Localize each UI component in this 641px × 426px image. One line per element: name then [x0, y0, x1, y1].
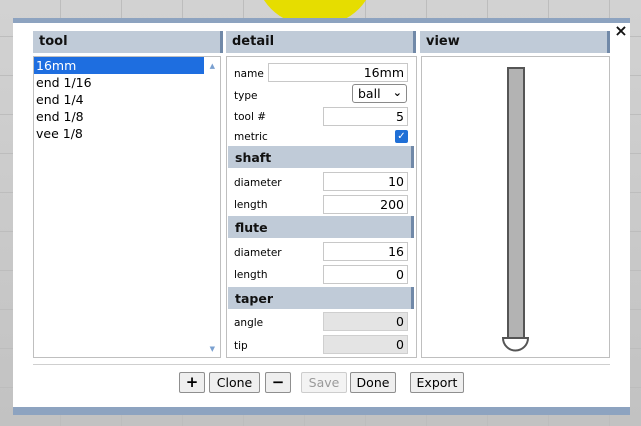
save-button[interactable]: Save: [301, 372, 347, 393]
flute-section-title: flute: [235, 220, 268, 235]
export-button[interactable]: Export: [410, 372, 464, 393]
remove-tool-button[interactable]: −: [265, 372, 291, 393]
view-panel: [421, 56, 610, 358]
flute-diameter-field[interactable]: 16: [323, 242, 408, 261]
shaft-length-label: length: [234, 199, 268, 211]
tool-list-item[interactable]: end 1/8: [34, 108, 204, 125]
scroll-down-icon[interactable]: ▼: [210, 345, 215, 353]
tool-ball-tip-shape: [501, 337, 530, 352]
detail-panel-title: detail: [232, 34, 275, 49]
shaft-diameter-label: diameter: [234, 177, 282, 189]
tool-preview: [501, 67, 530, 352]
flute-length-label: length: [234, 269, 268, 281]
metric-checkbox[interactable]: ✓: [395, 130, 408, 143]
taper-angle-label: angle: [234, 317, 264, 329]
done-button[interactable]: Done: [350, 372, 396, 393]
tool-panel-header: tool: [33, 31, 223, 53]
tool-list-item[interactable]: 16mm: [34, 57, 204, 74]
flute-section-header: flute: [228, 216, 414, 238]
name-field[interactable]: 16mm: [268, 63, 408, 82]
tool-number-field[interactable]: 5: [323, 107, 408, 126]
shaft-diameter-field[interactable]: 10: [323, 172, 408, 191]
taper-angle-field[interactable]: 0: [323, 312, 408, 331]
shaft-section-title: shaft: [235, 150, 272, 165]
tool-list-item[interactable]: end 1/16: [34, 74, 204, 91]
check-icon: ✓: [397, 131, 406, 142]
footer-divider: [33, 364, 610, 365]
tool-number-label: tool #: [234, 111, 267, 123]
type-select-value: ball: [358, 86, 381, 101]
tool-list-item[interactable]: vee 1/8: [34, 125, 204, 142]
flute-diameter-label: diameter: [234, 247, 282, 259]
tool-shaft-shape: [507, 67, 525, 339]
tool-list[interactable]: 16mm end 1/16 end 1/4 end 1/8 vee 1/8 ▲ ▼: [33, 56, 221, 358]
flute-length-field[interactable]: 0: [323, 265, 408, 284]
tool-list-items: 16mm end 1/16 end 1/4 end 1/8 vee 1/8: [34, 57, 220, 142]
chevron-down-icon: ⌄: [392, 86, 402, 99]
clone-button[interactable]: Clone: [209, 372, 260, 393]
detail-panel-header: detail: [226, 31, 416, 53]
taper-section-title: taper: [235, 291, 274, 306]
view-panel-title: view: [426, 34, 460, 49]
taper-tip-field[interactable]: 0: [323, 335, 408, 354]
add-tool-button[interactable]: +: [179, 372, 205, 393]
type-label: type: [234, 90, 258, 102]
tool-panel-title: tool: [39, 34, 68, 49]
shaft-length-field[interactable]: 200: [323, 195, 408, 214]
name-label: name: [234, 68, 264, 80]
taper-tip-label: tip: [234, 340, 248, 352]
type-select[interactable]: ball ⌄: [352, 84, 407, 103]
taper-section-header: taper: [228, 287, 414, 309]
shaft-section-header: shaft: [228, 146, 414, 168]
view-panel-header: view: [420, 31, 610, 53]
scroll-up-icon[interactable]: ▲: [210, 62, 215, 70]
tool-list-item[interactable]: end 1/4: [34, 91, 204, 108]
close-icon[interactable]: ×: [612, 22, 630, 40]
metric-label: metric: [234, 131, 268, 143]
